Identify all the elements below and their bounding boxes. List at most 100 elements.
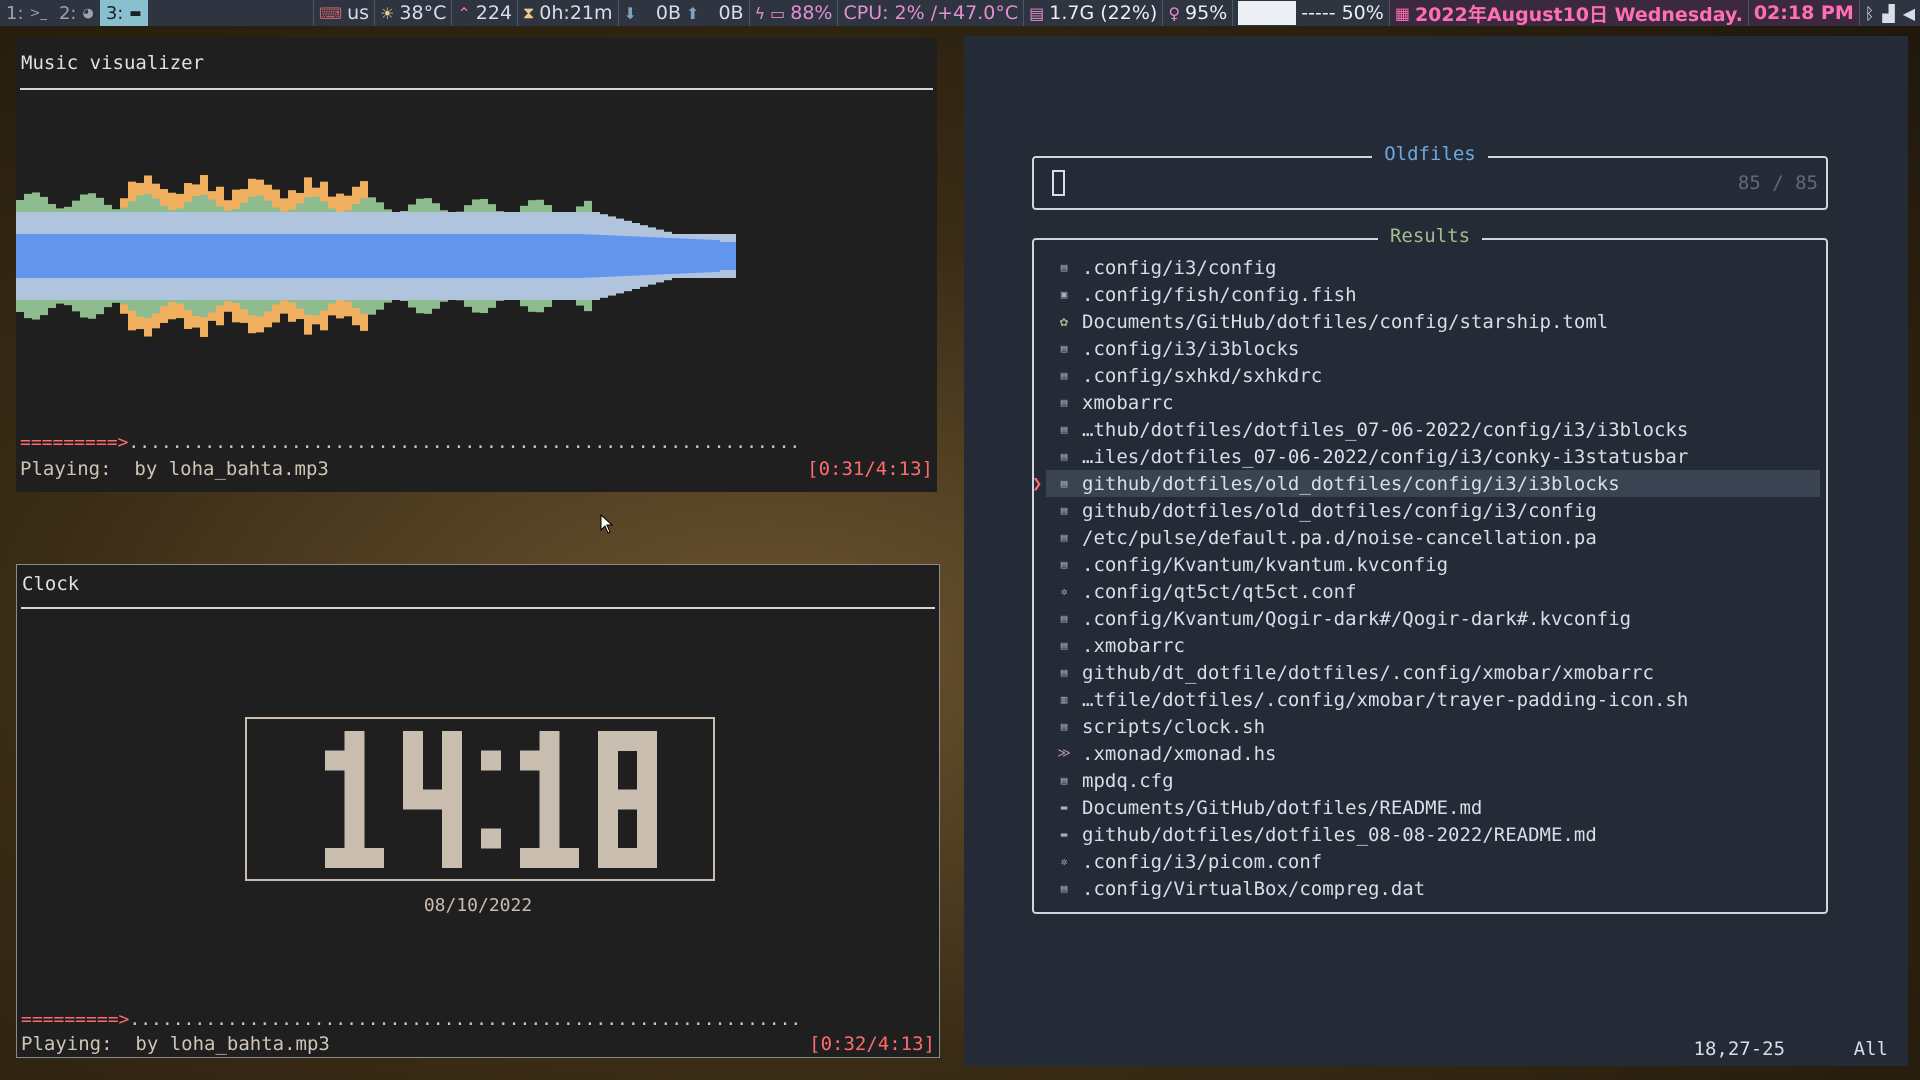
result-path: github/dotfiles/dotfiles_08-08-2022/READ… bbox=[1082, 823, 1597, 846]
result-row[interactable]: ✲ .config/qt5ct/qt5ct.conf bbox=[1046, 578, 1820, 605]
cog-file-icon: ✲ bbox=[1060, 585, 1068, 598]
clock-pixel bbox=[520, 848, 540, 868]
updates-block[interactable]: ⌃ 224 bbox=[451, 0, 517, 26]
spectrum-bar bbox=[544, 234, 552, 278]
result-path: Documents/GitHub/dotfiles/README.md bbox=[1082, 796, 1483, 819]
clock-pixel bbox=[637, 750, 657, 771]
result-row[interactable]: ▤ xmobarrc bbox=[1046, 389, 1820, 416]
prompt-box[interactable]: Oldfiles 85 / 85 bbox=[1032, 143, 1828, 210]
track-name: by loha_bahta.mp3 bbox=[135, 1033, 330, 1055]
file-file-icon: ▤ bbox=[1060, 720, 1068, 733]
result-path: mpdq.cfg bbox=[1082, 769, 1174, 792]
result-row[interactable]: ▤ .config/VirtualBox/compreg.dat bbox=[1046, 875, 1820, 902]
window-title: Music visualizer bbox=[21, 52, 205, 74]
prompt-title-text: Oldfiles bbox=[1372, 143, 1488, 165]
lightbulb-icon: ♀ bbox=[1168, 3, 1181, 23]
result-row[interactable]: ≫ .xmonad/xmonad.hs bbox=[1046, 740, 1820, 767]
spectrum-bar bbox=[72, 234, 80, 278]
spectrum-bar bbox=[64, 234, 72, 278]
text-cursor[interactable] bbox=[1052, 170, 1065, 196]
clock-pixel bbox=[598, 848, 618, 868]
spectrum-bar bbox=[536, 234, 544, 278]
file-file-icon: ▤ bbox=[1060, 396, 1068, 409]
result-row[interactable]: ▤ mpdq.cfg bbox=[1046, 767, 1820, 794]
result-row[interactable]: ▤ github/dotfiles/old_dotfiles/config/i3/… bbox=[1046, 497, 1820, 524]
uptime-value: 0h:21m bbox=[539, 2, 613, 24]
spectrum-bar bbox=[288, 234, 296, 278]
wifi-signal-icon[interactable]: ▟ bbox=[1882, 4, 1894, 23]
clock-pixel bbox=[637, 809, 657, 829]
spectrum-bar bbox=[552, 234, 560, 278]
result-path: .config/Kvantum/kvantum.kvconfig bbox=[1082, 553, 1449, 576]
file-file-icon: ▤ bbox=[1060, 531, 1068, 544]
brightness-block[interactable]: ♀ 95% bbox=[1162, 0, 1232, 26]
workspace-number: 3: bbox=[105, 2, 124, 24]
result-path: .config/VirtualBox/compreg.dat bbox=[1082, 877, 1426, 900]
keyboard-layout-block[interactable]: ⌨ us bbox=[313, 0, 374, 26]
spectrum-bar bbox=[696, 239, 704, 273]
volume-block[interactable]: ----- 50% bbox=[1232, 0, 1389, 26]
clock-window[interactable]: Clock 08/10/2022 =========>.............… bbox=[16, 564, 940, 1058]
result-count: 85 / 85 bbox=[1737, 172, 1818, 194]
clock-pixel bbox=[617, 789, 638, 810]
clock-pixel bbox=[637, 770, 657, 790]
result-row[interactable]: ▥ …tfile/dotfiles/.config/xmobar/trayer-p… bbox=[1046, 686, 1820, 713]
result-row[interactable]: ▣ .config/fish/config.fish bbox=[1046, 281, 1820, 308]
workspace-number: 1: bbox=[6, 2, 24, 24]
workspace-3[interactable]: 3: ▬ bbox=[99, 0, 148, 26]
spectrum-bar bbox=[464, 234, 472, 278]
telescope-picker[interactable]: Oldfiles 85 / 85 Results ▤ .config/i3/con… bbox=[964, 36, 1908, 1066]
result-row[interactable]: ▤ github/dt_dotfile/dotfiles/.config/xmob… bbox=[1046, 659, 1820, 686]
playing-label: Playing: bbox=[20, 458, 112, 480]
clock-pixel bbox=[598, 750, 618, 771]
result-path: …thub/dotfiles/dotfiles_07-06-2022/confi… bbox=[1082, 418, 1689, 441]
clock-pixel bbox=[598, 770, 618, 790]
result-row[interactable]: ✲ .config/i3/picom.conf bbox=[1046, 848, 1820, 875]
result-row[interactable]: ▤ .config/Kvantum/kvantum.kvconfig bbox=[1046, 551, 1820, 578]
result-row[interactable]: ▤ .config/Kvantum/Qogir-dark#/Qogir-dark#… bbox=[1046, 605, 1820, 632]
spectrum-bar bbox=[488, 234, 496, 278]
clock-pixel bbox=[598, 731, 618, 751]
progress-arrow: =========> bbox=[20, 432, 129, 453]
result-row[interactable]: ✿ Documents/GitHub/dotfiles/config/starsh… bbox=[1046, 308, 1820, 335]
result-row[interactable]: ▤ …thub/dotfiles/dotfiles_07-06-2022/conf… bbox=[1046, 416, 1820, 443]
download-icon: ⬇ bbox=[623, 3, 637, 23]
clock-pixel bbox=[344, 770, 365, 790]
temperature-block: ☀ 38°C bbox=[374, 0, 451, 26]
result-row[interactable]: ▤ scripts/clock.sh bbox=[1046, 713, 1820, 740]
clock-pixel bbox=[442, 848, 462, 868]
bolt-icon: ϟ bbox=[754, 3, 766, 23]
status-line: 18,27-25 All bbox=[1694, 1038, 1888, 1060]
clock-pixel bbox=[559, 848, 579, 868]
speaker-icon[interactable]: ◀ bbox=[1903, 4, 1915, 23]
result-row[interactable]: ▬ Documents/GitHub/dotfiles/README.md bbox=[1046, 794, 1820, 821]
result-row-selected[interactable]: ❯ ▤ github/dotfiles/old_dotfiles/config/i3… bbox=[1032, 470, 1820, 497]
result-row[interactable]: ▤ …iles/dotfiles_07-06-2022/config/i3/con… bbox=[1046, 443, 1820, 470]
spectrum-bar bbox=[480, 234, 488, 278]
clock-display bbox=[245, 717, 715, 881]
result-row[interactable]: ▤ .config/sxhkd/sxhkdrc bbox=[1046, 362, 1820, 389]
result-row[interactable]: ▤ .config/i3/i3blocks bbox=[1046, 335, 1820, 362]
spectrum-bar bbox=[24, 234, 32, 278]
music-visualizer-window[interactable]: Music visualizer =========>.............… bbox=[16, 38, 937, 492]
uptime-block: ⧗ 0h:21m bbox=[517, 0, 617, 26]
clock-digits bbox=[325, 731, 657, 868]
result-row[interactable]: ▤ /etc/pulse/default.pa.d/noise-cancellat… bbox=[1046, 524, 1820, 551]
spectrum-bar bbox=[312, 234, 320, 278]
clock-pixel bbox=[598, 828, 618, 849]
updates-value: 224 bbox=[475, 2, 513, 24]
spectrum-bar bbox=[656, 237, 664, 275]
clock-date: 08/10/2022 bbox=[423, 895, 533, 916]
spectrum-bar bbox=[104, 234, 112, 278]
bluetooth-icon[interactable]: ᛒ bbox=[1865, 4, 1875, 23]
workspace-2[interactable]: 2: ◕ bbox=[53, 0, 100, 26]
result-path: github/dotfiles/old_dotfiles/config/i3/c… bbox=[1082, 499, 1597, 522]
result-row[interactable]: ▤ .xmobarrc bbox=[1046, 632, 1820, 659]
workspace-1[interactable]: 1: >_ bbox=[0, 0, 53, 26]
spectrum-bar bbox=[16, 234, 24, 278]
progress-remaining: ........................................… bbox=[128, 432, 801, 453]
result-row[interactable]: ▤ .config/i3/config bbox=[1046, 254, 1820, 281]
result-row[interactable]: ▬ github/dotfiles/dotfiles_08-08-2022/REA… bbox=[1046, 821, 1820, 848]
calendar-icon: ▦ bbox=[1394, 3, 1410, 23]
spectrum-bar bbox=[360, 234, 368, 278]
